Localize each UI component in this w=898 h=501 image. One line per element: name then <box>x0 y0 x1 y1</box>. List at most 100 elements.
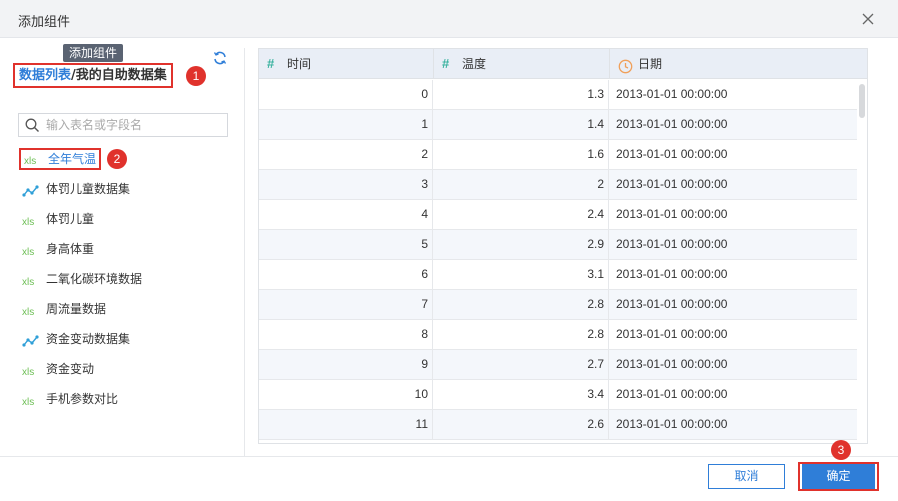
dataset-item-label: 全年气温 <box>48 152 97 166</box>
table-row: 4 2.4 2013-01-01 00:00:00 <box>259 200 867 230</box>
breadcrumb-link-data-list[interactable]: 数据列表 <box>19 68 71 83</box>
table-cell: 10 <box>259 380 433 409</box>
dataset-item-label: 资金变动数据集 <box>46 332 131 346</box>
table-row: 3 2 2013-01-01 00:00:00 <box>259 170 867 200</box>
table-row: 7 2.8 2013-01-01 00:00:00 <box>259 290 867 320</box>
table-cell: 2.6 <box>434 410 609 439</box>
number-type-icon: # <box>442 56 450 71</box>
column-header[interactable]: # 时间 <box>259 49 434 79</box>
dataset-item[interactable]: xls 二氧化碳环境数据 <box>22 268 142 290</box>
dataset-item-label: 手机参数对比 <box>46 392 119 406</box>
dataset-panel: 添加组件 数据列表/我的自助数据集 1 xls 全年气温 2 <box>0 38 244 456</box>
dialog-titlebar: 添加组件 <box>0 0 898 38</box>
dataset-item[interactable]: xls 手机参数对比 <box>22 388 118 410</box>
xls-icon: xls <box>22 393 40 408</box>
table-row: 11 2.6 2013-01-01 00:00:00 <box>259 410 867 440</box>
dataset-item-label: 体罚儿童数据集 <box>46 182 131 196</box>
table-row: 5 2.9 2013-01-01 00:00:00 <box>259 230 867 260</box>
table-row: 2 1.6 2013-01-01 00:00:00 <box>259 140 867 170</box>
confirm-button[interactable]: 确定 <box>802 464 875 489</box>
table-cell: 2013-01-01 00:00:00 <box>616 117 728 131</box>
dataset-item[interactable]: xls 体罚儿童 <box>22 208 94 230</box>
add-component-dialog: 添加组件 添加组件 数据列表/我的自助数据集 1 xls全 <box>0 0 898 501</box>
dataset-item-label: 身高体重 <box>46 242 95 256</box>
table-row: 6 3.1 2013-01-01 00:00:00 <box>259 260 867 290</box>
table-scrollbar[interactable] <box>857 80 867 443</box>
dataset-item-label: 体罚儿童 <box>46 212 95 226</box>
step-badge-3: 3 <box>831 440 851 460</box>
table-cell: 3 <box>259 170 433 199</box>
table-cell: 2013-01-01 00:00:00 <box>616 147 728 161</box>
table-cell: 2013-01-01 00:00:00 <box>616 327 728 341</box>
dataset-item-label: 周流量数据 <box>46 302 107 316</box>
table-cell: 8 <box>259 320 433 349</box>
table-row: 10 3.4 2013-01-01 00:00:00 <box>259 380 867 410</box>
svg-text:xls: xls <box>22 277 34 288</box>
table-cell: 1 <box>259 110 433 139</box>
table-cell: 2013-01-01 00:00:00 <box>616 87 728 101</box>
table-cell: 7 <box>259 290 433 319</box>
svg-text:xls: xls <box>24 156 36 167</box>
dataset-item[interactable]: 资金变动数据集 <box>22 328 130 350</box>
dataset-item-label: 资金变动 <box>46 362 95 376</box>
table-cell: 11 <box>259 410 433 439</box>
scrollbar-thumb[interactable] <box>859 84 865 118</box>
svg-text:xls: xls <box>22 307 34 318</box>
tooltip: 添加组件 <box>63 44 124 62</box>
table-row: 1 1.4 2013-01-01 00:00:00 <box>259 110 867 140</box>
table-cell: 2013-01-01 00:00:00 <box>616 387 728 401</box>
table-cell: 2.9 <box>434 230 609 259</box>
table-cell: 2.7 <box>434 350 609 379</box>
table-cell: 2013-01-01 00:00:00 <box>616 297 728 311</box>
table-cell: 2013-01-01 00:00:00 <box>616 207 728 221</box>
step-badge-1: 1 <box>186 66 206 86</box>
table-cell: 1.3 <box>434 80 609 109</box>
table-cell: 5 <box>259 230 433 259</box>
dataset-icon <box>22 333 40 347</box>
xls-icon: xls <box>22 363 40 378</box>
close-icon[interactable] <box>858 9 878 29</box>
step-badge-2: 2 <box>107 149 127 169</box>
table-cell: 2.8 <box>434 320 609 349</box>
dataset-item[interactable]: 体罚儿童数据集 <box>22 178 130 200</box>
table-cell: 6 <box>259 260 433 289</box>
svg-text:xls: xls <box>22 217 34 228</box>
preview-table: # 时间 # 温度 日期 0 1.3 2013-01-01 00:00:00 1 1.… <box>258 48 868 444</box>
table-cell: 2 <box>259 140 433 169</box>
search-icon <box>25 118 40 133</box>
cancel-button[interactable]: 取消 <box>708 464 785 489</box>
table-header: # 时间 # 温度 日期 <box>259 49 867 79</box>
table-cell: 2013-01-01 00:00:00 <box>616 177 728 191</box>
xls-icon: xls <box>22 303 40 318</box>
breadcrumb: 数据列表/我的自助数据集 <box>13 63 173 88</box>
column-header-label: 日期 <box>638 57 663 71</box>
table-cell: 3.1 <box>434 260 609 289</box>
search-box[interactable] <box>18 113 228 137</box>
table-cell: 3.4 <box>434 380 609 409</box>
dataset-item[interactable]: xls 身高体重 <box>22 238 94 260</box>
xls-icon: xls <box>22 243 40 258</box>
xls-icon: xls <box>24 153 42 167</box>
table-row: 9 2.7 2013-01-01 00:00:00 <box>259 350 867 380</box>
dataset-item[interactable]: xls 资金变动 <box>22 358 94 380</box>
table-cell: 2 <box>434 170 609 199</box>
dialog-title: 添加组件 <box>18 15 71 30</box>
table-row: 0 1.3 2013-01-01 00:00:00 <box>259 80 867 110</box>
table-cell: 2013-01-01 00:00:00 <box>616 237 728 251</box>
column-header-label: 时间 <box>287 57 312 71</box>
refresh-icon[interactable] <box>212 50 228 66</box>
table-cell: 2.8 <box>434 290 609 319</box>
table-cell: 2013-01-01 00:00:00 <box>616 417 728 431</box>
dataset-item-selected[interactable]: xls 全年气温 <box>19 148 102 170</box>
svg-text:xls: xls <box>22 367 34 378</box>
xls-icon: xls <box>22 273 40 288</box>
breadcrumb-current: 我的自助数据集 <box>75 68 167 83</box>
table-cell: 9 <box>259 350 433 379</box>
table-cell: 2013-01-01 00:00:00 <box>616 357 728 371</box>
column-header[interactable]: # 温度 <box>434 49 610 79</box>
search-input[interactable] <box>46 116 221 134</box>
column-header[interactable]: 日期 <box>610 49 867 79</box>
dataset-item[interactable]: xls 周流量数据 <box>22 298 106 320</box>
table-cell: 1.4 <box>434 110 609 139</box>
column-header-label: 温度 <box>462 57 487 71</box>
